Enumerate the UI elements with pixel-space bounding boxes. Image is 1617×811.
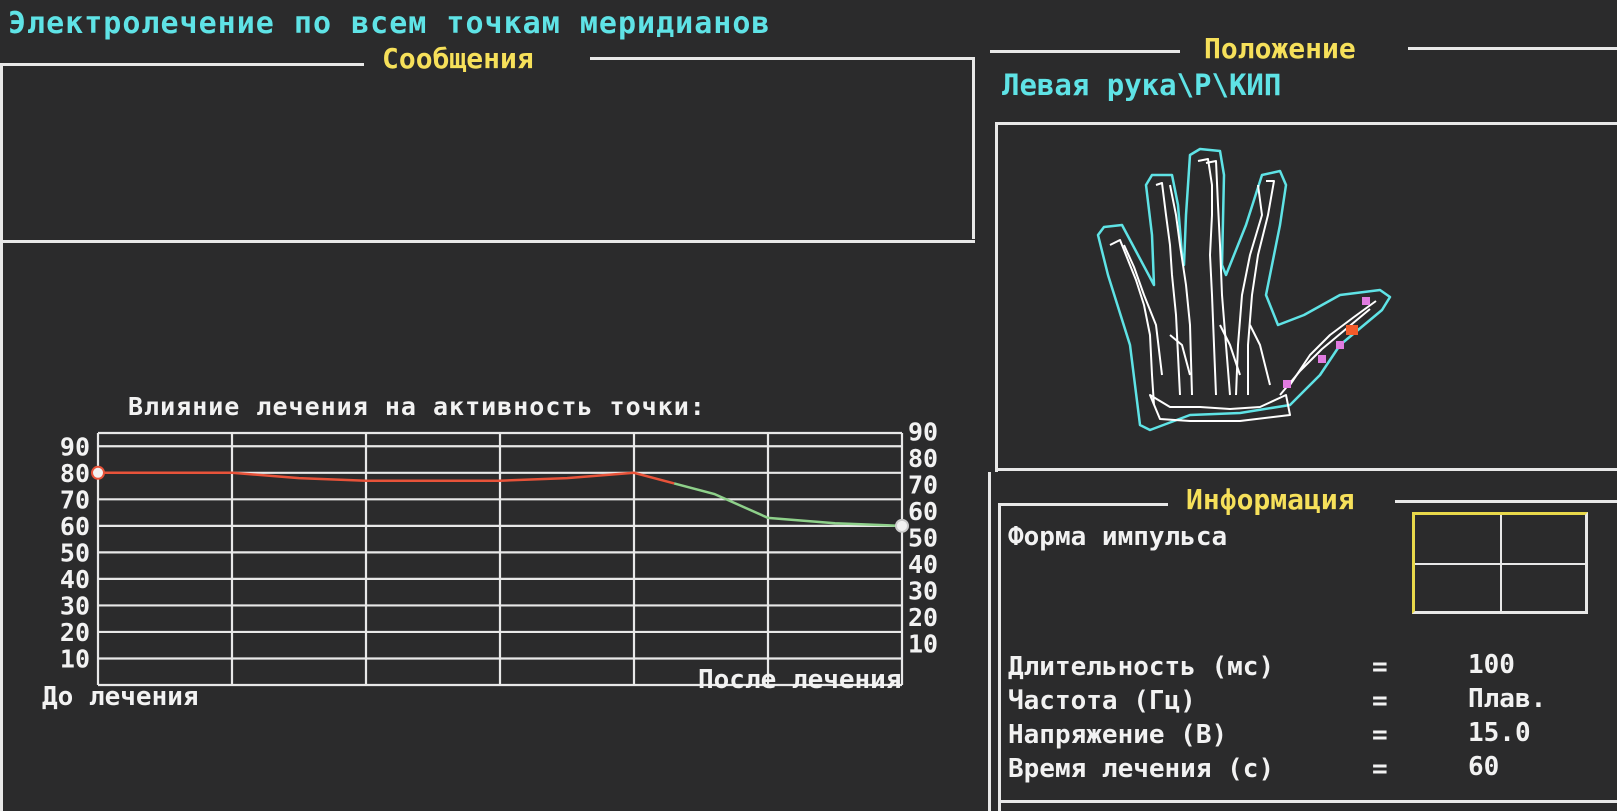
right-tick-label: 60	[908, 497, 938, 526]
chart-left-caption: До лечения	[42, 682, 199, 712]
position-frame-top-left	[990, 50, 1180, 53]
left-tick-label: 80	[60, 459, 90, 488]
position-legend: Положение	[1190, 32, 1370, 65]
info-value-treatment-time: 60	[1468, 752, 1500, 782]
end-point-marker	[895, 518, 909, 533]
left-tick-label: 70	[60, 485, 90, 514]
right-tick-label: 40	[908, 550, 938, 579]
position-frame-left	[995, 122, 998, 472]
right-tick-label: 10	[908, 629, 938, 658]
info-label-voltage: Напряжение (В)	[1008, 720, 1228, 750]
info-label-duration: Длительность (мс)	[1008, 652, 1275, 682]
info-value-voltage: 15.0	[1468, 718, 1531, 748]
left-tick-label: 20	[60, 618, 90, 647]
right-tick-label: 30	[908, 576, 938, 605]
info-eq-treatment-time: =	[1372, 754, 1388, 784]
pulse-preview-hline	[1415, 563, 1585, 565]
info-value-frequency: Плав.	[1468, 684, 1547, 714]
info-frame-outer-left	[988, 472, 991, 811]
position-path: Левая рука\Р\КИП	[1002, 68, 1282, 102]
pulse-shape-label: Форма импульса	[1008, 522, 1228, 552]
chart-right-caption: После лечения	[698, 665, 902, 695]
right-tick-label: 50	[908, 523, 938, 552]
info-frame-top-left	[998, 503, 1168, 506]
left-tick-label: 30	[60, 591, 90, 620]
info-value-duration: 100	[1468, 650, 1515, 680]
info-eq-voltage: =	[1372, 720, 1388, 750]
info-eq-frequency: =	[1372, 686, 1388, 716]
right-tick-label: 90	[908, 417, 938, 446]
meridian-point-3[interactable]	[1336, 341, 1344, 349]
right-tick-label: 80	[908, 444, 938, 473]
left-tick-label: 50	[60, 538, 90, 567]
pulse-shape-preview	[1412, 512, 1588, 614]
right-tick-label: 20	[908, 603, 938, 632]
left-tick-label: 10	[60, 644, 90, 673]
chart-grid	[96, 431, 904, 687]
left-tick-label: 40	[60, 565, 90, 594]
meridian-point-4[interactable]	[1362, 297, 1370, 305]
chart-right-y-axis: 102030405060708090	[908, 417, 938, 658]
left-tick-label: 90	[60, 432, 90, 461]
info-frame-bottom	[998, 800, 1617, 803]
position-frame-top-right	[1408, 47, 1617, 50]
info-eq-duration: =	[1372, 652, 1388, 682]
info-frame-top-right	[1395, 500, 1617, 503]
series-line-1	[673, 482, 903, 528]
info-legend: Информация	[1172, 483, 1369, 516]
series-line-0	[98, 471, 675, 485]
left-tick-label: 60	[60, 512, 90, 541]
info-label-treatment-time: Время лечения (с)	[1008, 754, 1275, 784]
position-frame-bottom	[995, 468, 1617, 471]
chart-left-y-axis: 102030405060708090	[60, 432, 90, 673]
position-path-divider	[995, 122, 1617, 125]
start-point-marker	[91, 465, 105, 480]
meridian-point-1[interactable]	[1283, 380, 1291, 388]
meridian-point-2[interactable]	[1318, 355, 1326, 363]
info-frame-left	[998, 503, 1001, 811]
info-label-frequency: Частота (Гц)	[1008, 686, 1196, 716]
meridian-point-active[interactable]	[1346, 325, 1358, 335]
right-tick-label: 70	[908, 470, 938, 499]
left-hand-skeleton-icon	[1096, 147, 1392, 432]
